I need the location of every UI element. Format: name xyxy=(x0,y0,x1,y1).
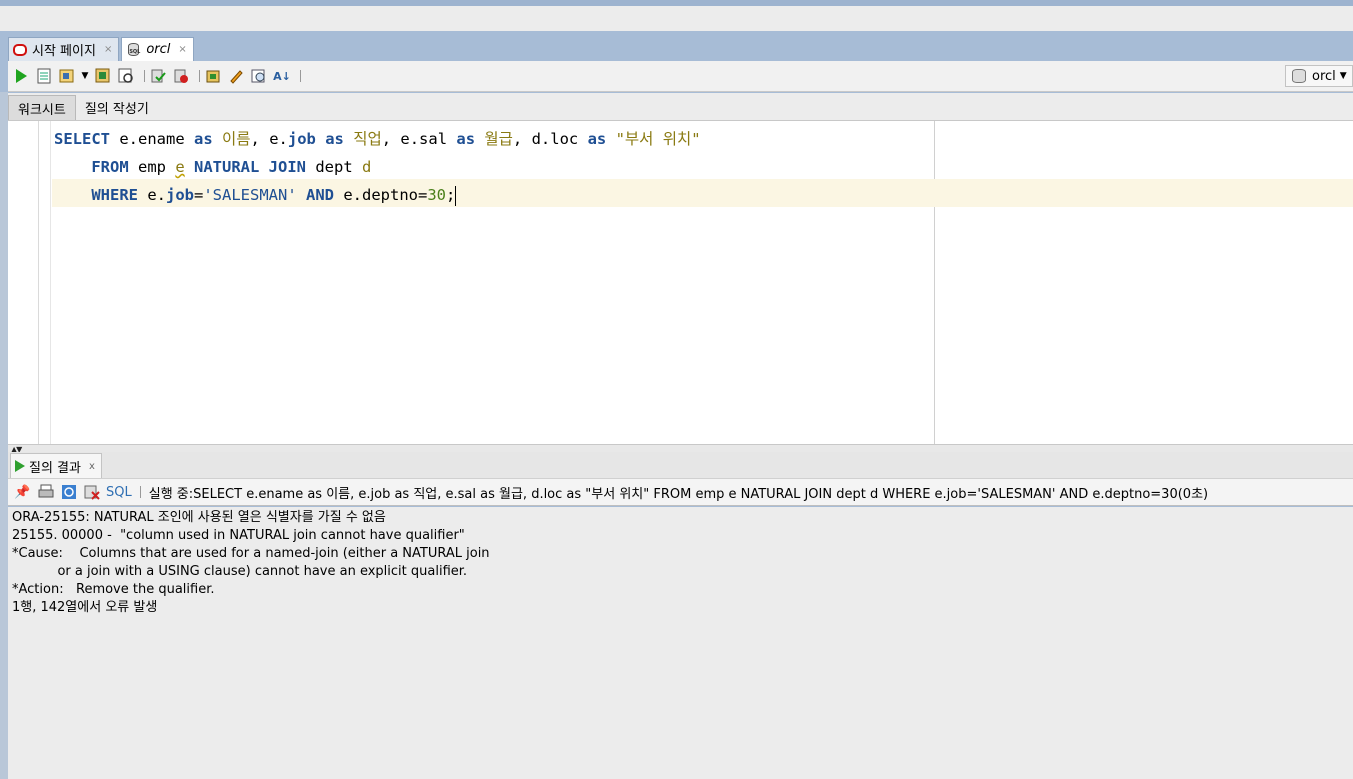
error-line: *Action: Remove the qualifier. xyxy=(12,582,215,597)
sql-code[interactable]: SELECT e.ename as 이름, e.job as 직업, e.sal… xyxy=(54,125,701,209)
run-statement-icon[interactable] xyxy=(12,67,30,85)
query-result-icon xyxy=(15,460,25,472)
tab-query-result-close-icon[interactable]: x xyxy=(89,461,95,472)
editor-right-margin xyxy=(934,121,935,445)
database-icon xyxy=(1292,69,1306,83)
results-toolbar: 📌 SQL 실행 중:SELECT e.ename as 이름, e.job a… xyxy=(8,478,1353,506)
column-alias: "부서 위치" xyxy=(606,130,701,148)
code-line: FROM emp e NATURAL JOIN dept d xyxy=(54,153,701,181)
column-alias: 이름 xyxy=(212,130,251,148)
clear-icon[interactable] xyxy=(227,67,245,85)
tab-orcl[interactable]: SQL orcl × xyxy=(121,37,194,61)
keyword: NATURAL JOIN xyxy=(194,158,306,176)
identifier xyxy=(316,130,325,148)
error-line: 25155. 00000 - "column used in NATURAL j… xyxy=(12,528,465,543)
identifier: ; xyxy=(446,186,456,204)
identifier: , e. xyxy=(250,130,288,148)
panel-splitter[interactable]: ▲▼ xyxy=(8,444,1353,454)
identifier: e. xyxy=(138,186,166,204)
commit-icon[interactable] xyxy=(149,67,167,85)
keyword: as xyxy=(587,130,607,148)
tab-start-page[interactable]: 시작 페이지 × xyxy=(8,37,120,61)
error-line: *Cause: Columns that are used for a name… xyxy=(12,546,490,561)
sql-tuning-icon[interactable] xyxy=(117,67,135,85)
keyword: as xyxy=(456,130,476,148)
identifier: dept xyxy=(306,158,362,176)
keyword: SELECT xyxy=(54,130,110,148)
sql-worksheet-icon: SQL xyxy=(126,42,142,57)
keyword: AND xyxy=(306,186,335,204)
string-literal: 'SALESMAN' xyxy=(203,186,297,204)
pin-icon[interactable]: 📌 xyxy=(14,484,31,501)
table-alias: d xyxy=(362,158,372,176)
menu-area xyxy=(0,6,1353,31)
identifier xyxy=(185,158,194,176)
unshared-sql-icon[interactable] xyxy=(204,67,222,85)
column-alias: 월급 xyxy=(475,130,513,148)
connection-label: orcl xyxy=(1312,68,1336,84)
editor-fold-gutter xyxy=(50,121,51,445)
keyword: WHERE xyxy=(91,186,138,204)
tab-orcl-close-icon[interactable]: × xyxy=(178,44,186,55)
identifier: e.ename xyxy=(110,130,194,148)
keyword: as xyxy=(194,130,213,148)
history-icon[interactable] xyxy=(250,67,268,85)
results-output: ORA-25155: NATURAL 조인에 사용된 열은 식별자를 가질 수 … xyxy=(8,507,1353,779)
tab-query-builder[interactable]: 질의 작성기 xyxy=(76,95,158,120)
oracle-start-icon xyxy=(13,43,27,56)
code-line: WHERE e.job='SALESMAN' AND e.deptno=30; xyxy=(54,181,701,209)
refresh-icon[interactable] xyxy=(60,484,77,501)
keyword: job xyxy=(166,186,194,204)
format-icon[interactable]: A↓ xyxy=(273,67,291,85)
text-caret xyxy=(455,185,457,206)
tab-start-page-close-icon[interactable]: × xyxy=(104,44,112,55)
error-line: or a join with a USING clause) cannot ha… xyxy=(12,564,468,579)
tab-orcl-label: orcl xyxy=(146,42,171,57)
print-icon[interactable] xyxy=(37,484,54,501)
editor-gutter xyxy=(38,121,39,445)
tab-query-result[interactable]: 질의 결과 x xyxy=(10,453,102,478)
sql-editor[interactable]: SELECT e.ename as 이름, e.job as 직업, e.sal… xyxy=(8,120,1353,445)
keyword: job xyxy=(287,130,316,148)
sql-link[interactable]: SQL xyxy=(106,485,132,500)
identifier: e.deptno= xyxy=(334,186,428,204)
code-line: SELECT e.ename as 이름, e.job as 직업, e.sal… xyxy=(54,125,701,153)
execution-status: 실행 중:SELECT e.ename as 이름, e.job as 직업, … xyxy=(148,486,1209,502)
identifier xyxy=(297,186,306,204)
error-line: 1행, 142열에서 오류 발생 xyxy=(12,600,158,615)
tab-worksheet[interactable]: 워크시트 xyxy=(8,95,76,120)
keyword: as xyxy=(325,130,344,148)
chevron-down-icon: ▼ xyxy=(1339,71,1347,81)
worksheet-toolbar: ▼ A↓ orcl ▼ xyxy=(8,61,1353,92)
results-tabbar: 질의 결과 x xyxy=(8,452,1353,478)
document-tabbar: 시작 페이지 × SQL orcl × xyxy=(8,37,196,61)
keyword: FROM xyxy=(91,158,129,176)
table-alias: e xyxy=(175,158,185,176)
explain-plan-icon[interactable] xyxy=(94,67,112,85)
connection-selector[interactable]: orcl ▼ xyxy=(1285,65,1353,87)
results-toolbar-separator xyxy=(139,486,141,498)
left-panel-edge xyxy=(0,92,8,779)
number-literal: 30 xyxy=(427,186,447,204)
error-line: ORA-25155: NATURAL 조인에 사용된 열은 식별자를 가질 수 … xyxy=(12,510,386,525)
rollback-icon[interactable] xyxy=(172,67,190,85)
autotrace-icon[interactable] xyxy=(58,67,76,85)
tab-query-result-label: 질의 결과 xyxy=(29,460,81,476)
identifier: , e.sal xyxy=(381,130,457,148)
identifier: , d.loc xyxy=(512,130,588,148)
cancel-icon[interactable] xyxy=(83,484,100,501)
worksheet-subtabs: 워크시트 질의 작성기 xyxy=(8,93,1353,120)
toolbar-separator xyxy=(300,70,301,82)
toolbar-separator xyxy=(199,70,200,82)
toolbar-separator xyxy=(144,70,145,82)
dropdown-arrow-icon[interactable]: ▼ xyxy=(81,67,89,85)
tab-start-page-label: 시작 페이지 xyxy=(32,44,96,59)
identifier: emp xyxy=(128,158,176,176)
run-script-icon[interactable] xyxy=(35,67,53,85)
column-alias: 직업 xyxy=(343,130,382,148)
identifier: = xyxy=(194,186,204,204)
